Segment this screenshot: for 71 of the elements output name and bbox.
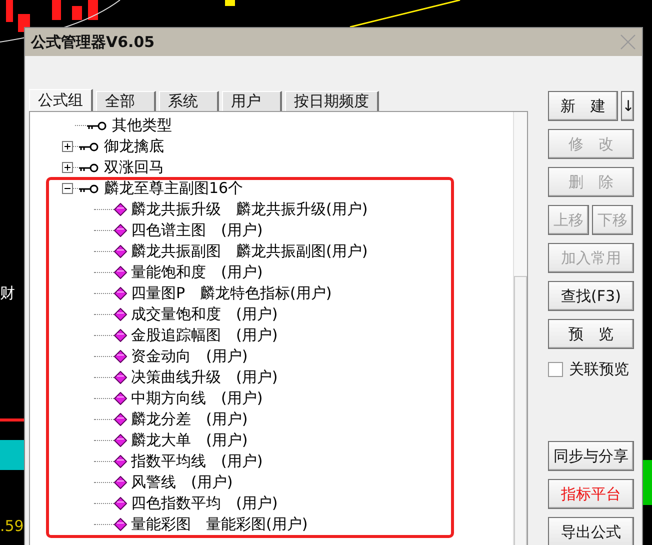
dialog-button[interactable]: 指标平台 [548, 479, 634, 509]
tab[interactable]: 系统 [159, 91, 219, 111]
candle [52, 0, 61, 20]
tab[interactable]: 全部 [96, 91, 156, 111]
new-button[interactable]: 新 建 [548, 91, 618, 121]
tree-item[interactable]: 资金动向 (用户) [131, 347, 248, 366]
price-line [0, 418, 24, 422]
tree-item[interactable]: 量能彩图 量能彩图(用户) [131, 515, 308, 534]
gem-icon [114, 329, 127, 342]
tree-item[interactable]: 指数平均线 (用户) [131, 452, 263, 471]
key-icon [78, 184, 100, 194]
gem-icon [114, 392, 127, 405]
checkbox-label: 关联预览 [569, 360, 629, 378]
key-icon [78, 142, 100, 152]
tree-item[interactable]: 麟龙至尊主副图16个 [104, 179, 244, 198]
gem-icon [114, 308, 127, 321]
gem-icon [114, 434, 127, 447]
tree-item[interactable]: 麟龙大单 (用户) [131, 431, 248, 450]
gem-icon [114, 518, 127, 531]
tab[interactable]: 按日期频度 [285, 91, 379, 111]
gem-icon [114, 203, 127, 216]
tree-item[interactable]: 金股追踪幅图 (用户) [131, 326, 278, 345]
collapse-icon[interactable] [62, 183, 73, 194]
tree-item[interactable]: 双涨回马 [104, 158, 164, 177]
tree-item[interactable]: 四色谱主图 (用户) [131, 221, 263, 240]
tree-item[interactable]: 量能饱和度 (用户) [131, 263, 263, 282]
tree-item[interactable]: 决策曲线升级 (用户) [131, 368, 278, 387]
window-title: 公式管理器V6.05 [31, 32, 155, 52]
chart-label: .59 [0, 517, 24, 535]
tab[interactable]: 用户 [222, 91, 282, 111]
gem-icon [114, 371, 127, 384]
tree-item[interactable]: 成交量饱和度 (用户) [131, 305, 278, 324]
checkbox[interactable] [548, 362, 563, 376]
chart-label: 财 [0, 284, 15, 302]
gem-icon [114, 476, 127, 489]
gem-icon [114, 455, 127, 468]
gem-icon [114, 245, 127, 258]
dialog-button[interactable]: 导出公式 [548, 517, 634, 545]
candle [6, 0, 13, 22]
scrollbar[interactable] [513, 112, 527, 545]
tree-item[interactable]: 四色指数平均 (用户) [131, 494, 278, 513]
tree-item[interactable]: 四量图P 麟龙特色指标(用户) [131, 284, 332, 303]
dropdown-button[interactable]: ↓ [621, 91, 634, 121]
gem-icon [114, 266, 127, 279]
dialog-button[interactable]: 预 览 [548, 319, 634, 349]
volume-bar [643, 460, 652, 505]
expand-icon[interactable] [62, 141, 73, 152]
key-icon [86, 120, 108, 130]
tree-item[interactable]: 其他类型 [112, 116, 172, 135]
key-icon [78, 162, 100, 172]
tab[interactable]: 公式组 [29, 89, 93, 111]
expand-icon[interactable] [62, 162, 73, 173]
dialog-button[interactable]: 同步与分享 [548, 441, 634, 471]
scrollbar-thumb[interactable] [514, 276, 527, 545]
gem-icon [114, 287, 127, 300]
close-icon[interactable] [620, 34, 636, 50]
candle [225, 0, 235, 6]
tree-item[interactable]: 御龙擒底 [104, 137, 164, 156]
volume-bar [0, 440, 24, 470]
gem-icon [114, 413, 127, 426]
candle [72, 6, 82, 20]
gem-icon [114, 350, 127, 363]
tree-item[interactable]: 麟龙共振升级 麟龙共振升级(用户) [131, 200, 368, 219]
tree-item[interactable]: 麟龙分差 (用户) [131, 410, 248, 429]
gem-icon [114, 497, 127, 510]
tree-item[interactable]: 麟龙共振副图 麟龙共振副图(用户) [131, 242, 368, 261]
dialog-button[interactable]: 查找(F3) [548, 281, 634, 311]
gem-icon [114, 224, 127, 237]
tree-item[interactable]: 风警线 (用户) [131, 473, 233, 492]
candle [88, 0, 98, 20]
tree-item[interactable]: 中期方向线 (用户) [131, 389, 263, 408]
